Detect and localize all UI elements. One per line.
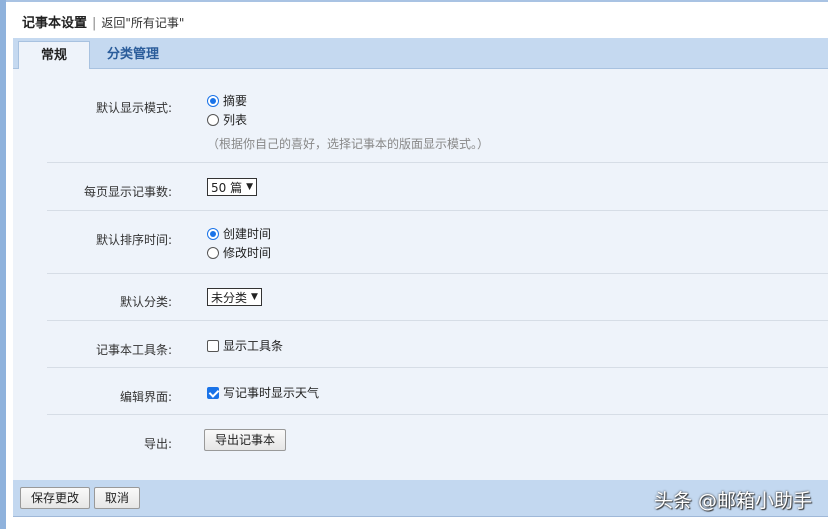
page-title: 记事本设置	[22, 16, 88, 31]
left-border	[0, 0, 6, 529]
show-toolbar-checkbox[interactable]: 显示工具条	[207, 336, 283, 355]
show-weather-checkbox[interactable]: 写记事时显示天气	[207, 383, 319, 402]
setting-row-editor: 编辑界面: 写记事时显示天气	[47, 368, 828, 415]
tab-bar: 常规 分类管理	[13, 38, 828, 70]
setting-row-export: 导出: 导出记事本	[47, 415, 828, 465]
top-border	[6, 0, 828, 2]
display-mode-hint: （根据你自己的喜好，选择记事本的版面显示模式。）	[207, 137, 490, 151]
toolbar-label: 记事本工具条:	[95, 343, 172, 357]
tab-general[interactable]: 常规	[18, 41, 90, 70]
cancel-button[interactable]: 取消	[94, 487, 141, 509]
setting-row-default-category: 默认分类: 未分类 ▼	[47, 274, 828, 321]
settings-form: 默认显示模式: 摘要 列表 （根据你自己的喜好，选择记事本的版面显示模式。） 每…	[13, 69, 828, 480]
display-mode-list-radio[interactable]: 列表	[207, 110, 489, 129]
save-button[interactable]: 保存更改	[20, 487, 91, 509]
default-category-select[interactable]: 未分类 ▼	[207, 288, 262, 306]
export-notebook-button[interactable]: 导出记事本	[204, 429, 287, 451]
checkbox-checked-icon	[207, 386, 219, 399]
header-separator: |	[92, 16, 97, 31]
option-label: 创建时间	[223, 227, 272, 241]
radio-selected-icon	[207, 227, 219, 240]
page-header: 记事本设置 | 返回"所有记事"	[22, 12, 184, 31]
chevron-down-icon: ▼	[251, 292, 258, 302]
chevron-down-icon: ▼	[246, 182, 254, 192]
editor-label: 编辑界面:	[119, 390, 172, 404]
sort-time-label: 默认排序时间:	[95, 233, 172, 247]
checkbox-unchecked-icon	[207, 339, 219, 352]
option-label: 列表	[223, 113, 248, 127]
tab-category-management[interactable]: 分类管理	[103, 41, 163, 69]
radio-selected-icon	[207, 94, 219, 107]
setting-row-toolbar: 记事本工具条: 显示工具条	[47, 321, 828, 368]
radio-unselected-icon	[207, 113, 219, 126]
option-label: 摘要	[223, 94, 248, 108]
option-label: 写记事时显示天气	[223, 386, 320, 400]
back-to-all-notes-link[interactable]: 返回"所有记事"	[101, 16, 184, 30]
sort-modified-time-radio[interactable]: 修改时间	[207, 243, 271, 262]
option-label: 修改时间	[223, 246, 272, 260]
sort-created-time-radio[interactable]: 创建时间	[207, 224, 271, 243]
option-label: 显示工具条	[223, 339, 284, 353]
export-label: 导出:	[143, 437, 172, 451]
setting-row-display-mode: 默认显示模式: 摘要 列表 （根据你自己的喜好，选择记事本的版面显示模式。）	[47, 87, 828, 163]
footer-bar: 保存更改 取消 头条 @邮箱小助手	[13, 480, 828, 517]
per-page-select[interactable]: 50 篇 ▼	[207, 178, 258, 196]
default-category-label: 默认分类:	[119, 295, 172, 309]
display-mode-label: 默认显示模式:	[95, 101, 172, 115]
watermark: 头条 @邮箱小助手	[653, 490, 812, 512]
setting-row-sort-time: 默认排序时间: 创建时间 修改时间	[47, 211, 828, 274]
display-mode-summary-radio[interactable]: 摘要	[207, 91, 489, 110]
per-page-label: 每页显示记事数:	[83, 185, 172, 199]
select-value: 未分类	[211, 290, 248, 305]
select-value: 50 篇	[211, 180, 243, 195]
setting-row-per-page: 每页显示记事数: 50 篇 ▼	[47, 164, 828, 211]
radio-unselected-icon	[207, 246, 219, 259]
